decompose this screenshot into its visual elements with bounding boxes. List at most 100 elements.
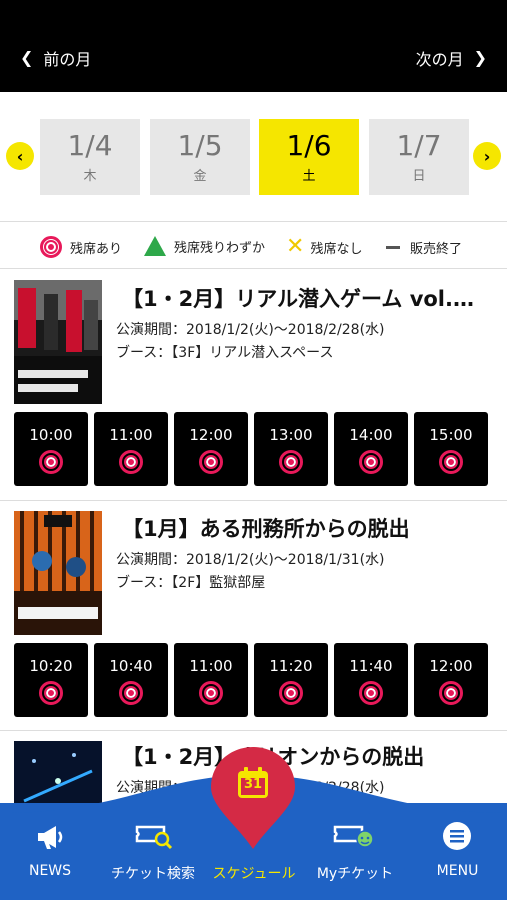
- slot-time: 15:00: [429, 426, 473, 444]
- legend-none-label: 残席なし: [310, 241, 363, 257]
- next-month-label: 次の月: [415, 50, 464, 69]
- available-icon: [359, 681, 383, 705]
- prev-dates-button[interactable]: ‹: [6, 142, 34, 170]
- time-slot[interactable]: 11:00: [94, 412, 168, 486]
- time-slot[interactable]: 15:00: [414, 412, 488, 486]
- tab-schedule-label: スケジュール: [212, 866, 296, 882]
- slot-time: 14:00: [349, 426, 393, 444]
- time-slot[interactable]: 14:00: [334, 412, 408, 486]
- megaphone-icon: [38, 826, 63, 849]
- tab-menu[interactable]: MENU: [408, 803, 507, 900]
- event-period: 公演期間：2018/1/2(火)～2018/1/31(水): [116, 552, 385, 568]
- available-icon: [199, 450, 223, 474]
- slot-time: 10:00: [29, 426, 73, 444]
- tab-news[interactable]: NEWS: [0, 803, 100, 900]
- ticket-search-icon: [135, 825, 173, 850]
- event-poster[interactable]: [14, 280, 102, 404]
- calendar-day: 31: [243, 777, 263, 792]
- few-seats-icon: [144, 236, 166, 256]
- legend-available: 残席あり: [40, 236, 122, 258]
- schedule-pin[interactable]: 31: [207, 745, 299, 855]
- available-icon: [119, 681, 143, 705]
- available-icon: [40, 236, 62, 258]
- chevron-left-icon: ❮: [20, 48, 34, 67]
- next-month-button[interactable]: 次の月 ❯: [416, 46, 487, 70]
- tab-menu-label: MENU: [436, 863, 479, 879]
- tab-ticket-search[interactable]: チケット検索: [100, 803, 206, 900]
- menu-icon: [443, 822, 471, 850]
- availability-legend: 残席あり 残席残りわずか ✕ 残席なし 販売終了: [0, 223, 507, 269]
- time-slot[interactable]: 12:00: [174, 412, 248, 486]
- weekday-label: 金: [193, 169, 207, 184]
- slot-time: 10:40: [109, 657, 153, 675]
- sales-ended-icon: [386, 246, 400, 249]
- available-icon: [279, 681, 303, 705]
- available-icon: [359, 450, 383, 474]
- date-label: 1/7: [396, 129, 442, 162]
- my-ticket-icon: [333, 825, 374, 848]
- chevron-right-icon: ❯: [473, 48, 487, 67]
- event-title[interactable]: 【1・2月】オリオンからの脱出: [122, 741, 492, 771]
- tab-my-ticket[interactable]: Myチケット: [302, 803, 408, 900]
- slot-time: 11:00: [109, 426, 153, 444]
- legend-ended: 販売終了: [386, 238, 462, 257]
- legend-ended-label: 販売終了: [410, 242, 463, 257]
- date-tab-1-4[interactable]: 1/4 木: [40, 119, 140, 195]
- weekday-label: 日: [412, 169, 426, 184]
- date-tab-1-5[interactable]: 1/5 金: [150, 119, 250, 195]
- date-tab-1-6[interactable]: 1/6 土: [259, 119, 359, 195]
- time-slot[interactable]: 10:40: [94, 643, 168, 717]
- time-slot[interactable]: 10:00: [14, 412, 88, 486]
- date-tab-1-7[interactable]: 1/7 日: [369, 119, 469, 195]
- chevron-left-icon: ‹: [16, 146, 24, 166]
- slot-time: 11:20: [269, 657, 313, 675]
- available-icon: [119, 450, 143, 474]
- date-label: 1/6: [286, 129, 332, 162]
- event-booth: ブース：【3F】リアル潜入スペース: [116, 345, 334, 361]
- tab-my-ticket-label: Myチケット: [316, 866, 394, 882]
- time-slots: 10:20 10:40 11:00 11:20 11:40 12:00: [14, 643, 488, 717]
- available-icon: [279, 450, 303, 474]
- event-period: 公演期間：2018/1/2(火)～2018/2/28(水): [116, 322, 385, 338]
- available-icon: [39, 450, 63, 474]
- prev-month-button[interactable]: ❮ 前の月: [20, 46, 91, 70]
- sold-out-icon: ✕: [286, 234, 305, 259]
- slot-time: 12:00: [189, 426, 233, 444]
- next-dates-button[interactable]: ›: [473, 142, 501, 170]
- slot-time: 11:40: [349, 657, 393, 675]
- legend-few-label: 残席残りわずか: [174, 240, 266, 256]
- prev-month-label: 前の月: [43, 50, 92, 69]
- event-card: 【1月】ある刑務所からの脱出 公演期間：2018/1/2(火)～2018/1/3…: [0, 501, 507, 730]
- time-slot[interactable]: 12:00: [414, 643, 488, 717]
- time-slot[interactable]: 10:20: [14, 643, 88, 717]
- time-slot[interactable]: 11:20: [254, 643, 328, 717]
- time-slots: 10:00 11:00 12:00 13:00 14:00 15:00: [14, 412, 488, 486]
- weekday-label: 木: [83, 169, 97, 184]
- event-title[interactable]: 【1・2月】リアル潜入ゲーム vol.…: [122, 283, 492, 313]
- available-icon: [199, 681, 223, 705]
- event-booth: ブース：【2F】監獄部屋: [116, 575, 266, 591]
- time-slot[interactable]: 11:00: [174, 643, 248, 717]
- date-label: 1/4: [67, 129, 113, 162]
- time-slot[interactable]: 11:40: [334, 643, 408, 717]
- legend-few: 残席残りわずか: [144, 236, 265, 256]
- slot-time: 10:20: [29, 657, 73, 675]
- tab-news-label: NEWS: [28, 863, 72, 879]
- tab-ticket-search-label: チケット検索: [111, 866, 195, 882]
- event-card: 【1・2月】リアル潜入ゲーム vol.… 公演期間：2018/1/2(火)～20…: [0, 270, 507, 500]
- date-label: 1/5: [177, 129, 223, 162]
- legend-available-label: 残席あり: [70, 241, 123, 257]
- chevron-right-icon: ›: [483, 146, 491, 166]
- slot-time: 12:00: [429, 657, 473, 675]
- available-icon: [439, 450, 463, 474]
- legend-none: ✕ 残席なし: [286, 236, 362, 258]
- available-icon: [39, 681, 63, 705]
- available-icon: [439, 681, 463, 705]
- month-nav-bar: ❮ 前の月 次の月 ❯: [0, 0, 507, 92]
- weekday-label: 土: [302, 169, 316, 184]
- time-slot[interactable]: 13:00: [254, 412, 328, 486]
- slot-time: 13:00: [269, 426, 313, 444]
- event-poster[interactable]: [14, 511, 102, 635]
- slot-time: 11:00: [189, 657, 233, 675]
- event-title[interactable]: 【1月】ある刑務所からの脱出: [122, 513, 492, 543]
